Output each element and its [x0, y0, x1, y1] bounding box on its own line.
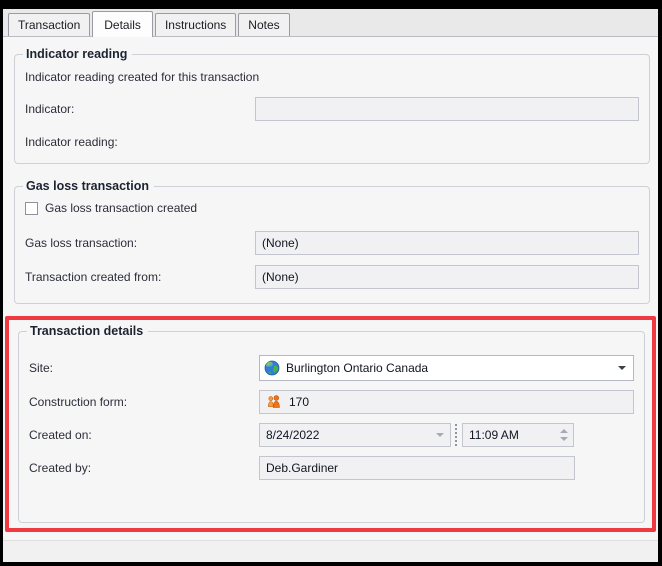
created-on-time-field[interactable]: 11:09 AM [462, 423, 574, 447]
created-on-date-value: 8/24/2022 [266, 428, 320, 442]
group-title: Gas loss transaction [23, 179, 154, 194]
created-on-row: Created on: 8/24/2022 11:09 AM [27, 423, 634, 447]
globe-icon [264, 360, 280, 376]
indicator-label: Indicator: [25, 102, 75, 116]
site-dropdown-button[interactable] [614, 358, 630, 378]
tab-notes[interactable]: Notes [238, 13, 290, 36]
indicator-reading-description: Indicator reading created for this trans… [25, 70, 260, 84]
site-value: Burlington Ontario Canada [286, 361, 429, 375]
construction-form-row: Construction form: 170 [27, 390, 634, 414]
created-by-label: Created by: [29, 461, 92, 475]
created-on-date-field[interactable]: 8/24/2022 [259, 423, 451, 447]
construction-form-value: 170 [289, 395, 310, 409]
construction-form-label: Construction form: [29, 395, 128, 409]
tab-bar: Transaction Details Instructions Notes [3, 9, 658, 37]
group-title: Indicator reading [23, 47, 133, 62]
construction-form-field[interactable]: 170 [259, 390, 634, 414]
screenshot-frame: Transaction Details Instructions Notes I… [0, 0, 662, 566]
gas-loss-transaction-label: Gas loss transaction: [25, 236, 138, 250]
transaction-created-from-row: Transaction created from: (None) [23, 265, 639, 289]
group-transaction-details: Transaction details Site: Burlington Ont… [18, 324, 645, 523]
tab-instructions[interactable]: Instructions [154, 13, 237, 36]
people-icon [266, 394, 282, 410]
chevron-down-icon[interactable] [436, 433, 444, 437]
created-by-row: Created by: Deb.Gardiner [27, 456, 634, 480]
up-down-spinner-icon[interactable] [558, 429, 570, 441]
indicator-reading-label: Indicator reading: [25, 135, 118, 149]
group-title: Transaction details [27, 324, 149, 339]
date-time-splitter [455, 424, 459, 446]
red-highlight-annotation: Transaction details Site: Burlington Ont… [5, 316, 656, 532]
gas-loss-transaction-field[interactable]: (None) [255, 231, 639, 255]
created-on-label: Created on: [29, 428, 92, 442]
transaction-created-from-field[interactable]: (None) [255, 265, 639, 289]
tab-details[interactable]: Details [92, 11, 153, 37]
created-on-time-value: 11:09 AM [469, 428, 519, 442]
tab-transaction[interactable]: Transaction [8, 13, 91, 36]
indicator-row: Indicator: [23, 97, 639, 121]
created-by-field[interactable]: Deb.Gardiner [259, 456, 575, 480]
group-gas-loss-transaction: Gas loss transaction Gas loss transactio… [14, 179, 650, 304]
gas-loss-created-checkbox[interactable] [25, 201, 38, 215]
group-indicator-reading: Indicator reading Indicator reading crea… [14, 47, 650, 164]
site-label: Site: [29, 361, 54, 375]
site-combobox[interactable]: Burlington Ontario Canada [259, 355, 634, 381]
gas-loss-created-row: Gas loss transaction created [25, 201, 639, 215]
tab-content: Indicator reading Indicator reading crea… [3, 37, 658, 562]
chevron-down-icon [618, 366, 626, 370]
gas-loss-created-label: Gas loss transaction created [45, 201, 198, 215]
indicator-field[interactable] [255, 97, 639, 121]
bottom-strip [3, 540, 658, 562]
transaction-created-from-label: Transaction created from: [25, 270, 162, 284]
gas-loss-transaction-row: Gas loss transaction: (None) [23, 231, 639, 255]
site-row: Site: Burlington Ontario Canada [27, 355, 634, 381]
details-tab-page: Transaction Details Instructions Notes I… [3, 9, 658, 562]
indicator-reading-row: Indicator reading: [23, 135, 639, 149]
